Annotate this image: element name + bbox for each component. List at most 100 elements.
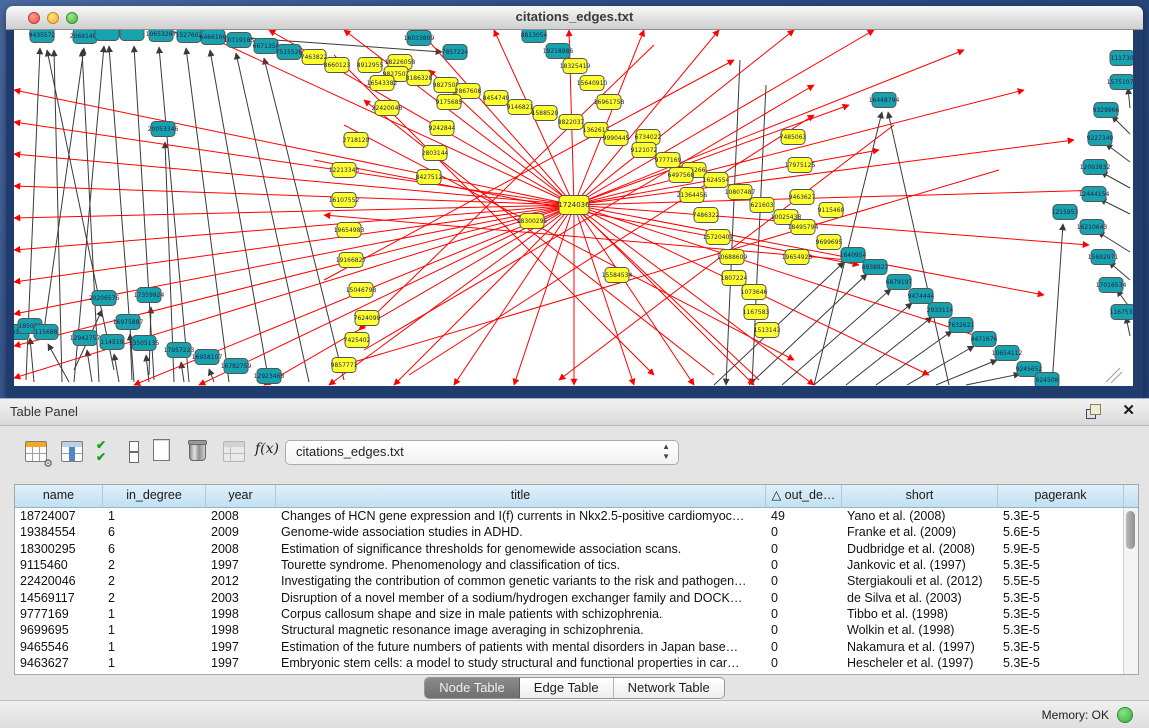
- graph-node[interactable]: 13505135: [129, 336, 160, 351]
- graph-node[interactable]: 115688: [34, 325, 58, 340]
- column-header-name[interactable]: name: [15, 485, 103, 507]
- graph-node[interactable]: 1215953: [1052, 205, 1079, 220]
- new-column-icon[interactable]: [148, 437, 176, 467]
- graph-node[interactable]: 20206576: [89, 291, 120, 306]
- graph-node[interactable]: 8822037: [558, 115, 585, 130]
- close-panel-icon[interactable]: ✕: [1122, 402, 1135, 420]
- graph-node[interactable]: 9857771: [331, 358, 358, 373]
- table-mode-icon[interactable]: ⚙: [22, 437, 50, 467]
- graph-node[interactable]: 15640910: [577, 76, 608, 91]
- graph-node[interactable]: 20053346: [148, 122, 179, 137]
- graph-node[interactable]: [95, 30, 119, 41]
- graph-node[interactable]: 9474444: [908, 289, 935, 304]
- graph-node[interactable]: 6466160: [200, 30, 227, 45]
- column-header-pagerank[interactable]: pagerank: [998, 485, 1124, 507]
- graph-node[interactable]: 7486322: [693, 208, 720, 223]
- network-canvas[interactable]: 9435572206914061065326715276026466160107…: [14, 30, 1133, 386]
- row-height-icon[interactable]: [120, 437, 148, 467]
- graph-node[interactable]: 2803144: [422, 146, 449, 161]
- graph-node[interactable]: 12093832: [1080, 160, 1111, 175]
- graph-node[interactable]: 1167533: [1110, 305, 1133, 320]
- table-row[interactable]: 977716911998Corpus callosum shape and si…: [15, 606, 1138, 622]
- graph-node[interactable]: 7632621: [948, 318, 975, 333]
- graph-node[interactable]: [120, 30, 144, 41]
- graph-node[interactable]: 19654983: [334, 223, 365, 238]
- table-row[interactable]: 946362711997Embryonic stem cells: a mode…: [15, 655, 1138, 671]
- graph-node[interactable]: 10807487: [725, 185, 756, 200]
- graph-node[interactable]: 7515526: [276, 45, 303, 60]
- graph-node[interactable]: 19218986: [543, 44, 574, 59]
- graph-node[interactable]: 17975125: [785, 158, 816, 173]
- delete-column-icon[interactable]: [184, 437, 212, 467]
- graph-node[interactable]: 111730: [1110, 51, 1133, 66]
- float-panel-icon[interactable]: [1086, 404, 1101, 419]
- tab-network-table[interactable]: Network Table: [614, 678, 724, 698]
- graph-node[interactable]: 9990445: [603, 131, 630, 146]
- graph-node[interactable]: 9699695: [816, 235, 843, 250]
- select-all-icon[interactable]: ✔✔: [92, 437, 120, 467]
- graph-node[interactable]: 16782759: [221, 359, 252, 374]
- graph-node[interactable]: 1073646: [741, 285, 768, 300]
- graph-node[interactable]: 1624554: [703, 173, 730, 188]
- graph-node[interactable]: 17016534: [1096, 278, 1127, 293]
- graph-node[interactable]: 15692971: [1088, 250, 1119, 265]
- column-header-in_degree[interactable]: in_degree: [103, 485, 206, 507]
- graph-node[interactable]: 9121072: [631, 143, 658, 158]
- function-builder-icon[interactable]: f(x): [254, 437, 282, 467]
- window-titlebar[interactable]: citations_edges.txt: [6, 6, 1143, 30]
- import-table-icon[interactable]: [220, 437, 248, 467]
- graph-node[interactable]: 8186328: [406, 71, 433, 86]
- graph-node[interactable]: 1513143: [754, 323, 781, 338]
- table-selector-dropdown[interactable]: citations_edges.txt ▲▼: [285, 440, 679, 465]
- graph-node[interactable]: 10654112: [992, 346, 1023, 361]
- graph-node[interactable]: 19654923: [782, 250, 813, 265]
- graph-node[interactable]: 15584534: [602, 268, 633, 283]
- graph-node[interactable]: 9175685: [436, 95, 463, 110]
- graph-node[interactable]: 22420046: [372, 101, 403, 116]
- graph-node[interactable]: 7624099: [354, 311, 381, 326]
- graph-node[interactable]: 9242844: [429, 121, 456, 136]
- column-header-short[interactable]: short: [842, 485, 998, 507]
- graph-node[interactable]: 16448794: [869, 93, 900, 108]
- graph-node[interactable]: 16210643: [1077, 220, 1108, 235]
- graph-node[interactable]: 21364456: [677, 188, 708, 203]
- graph-node[interactable]: 12923468: [254, 369, 285, 384]
- graph-node[interactable]: 6497568: [668, 168, 695, 183]
- graph-node[interactable]: 15720407: [703, 230, 734, 245]
- vertical-scrollbar[interactable]: [1123, 508, 1138, 674]
- graph-node[interactable]: 7485063: [780, 130, 807, 145]
- graph-node[interactable]: 924508: [1035, 373, 1059, 387]
- graph-node[interactable]: 10688609: [717, 250, 748, 265]
- graph-node[interactable]: 18495794: [788, 220, 819, 235]
- graph-node[interactable]: 6879197: [886, 275, 913, 290]
- graph-node[interactable]: 16033809: [404, 31, 435, 46]
- graph-node[interactable]: 1807224: [721, 271, 748, 286]
- graph-node[interactable]: 621603: [750, 198, 774, 213]
- column-visibility-icon[interactable]: [58, 437, 86, 467]
- memory-indicator-icon[interactable]: [1117, 707, 1133, 723]
- tab-node-table[interactable]: Node Table: [425, 678, 520, 698]
- tab-edge-table[interactable]: Edge Table: [520, 678, 614, 698]
- graph-node[interactable]: 9777169: [655, 153, 682, 168]
- graph-node[interactable]: 8427512: [416, 170, 443, 185]
- graph-node[interactable]: 16975887: [113, 315, 144, 330]
- graph-node[interactable]: 1527602: [176, 30, 203, 43]
- table-row[interactable]: 2242004622012Investigating the contribut…: [15, 573, 1138, 589]
- column-header-out_de[interactable]: △ out_de…: [766, 485, 842, 507]
- graph-node[interactable]: 9435572: [29, 30, 56, 43]
- graph-node[interactable]: 8938923: [862, 260, 889, 275]
- column-header-year[interactable]: year: [206, 485, 276, 507]
- graph-node[interactable]: 12444154: [1079, 187, 1110, 202]
- table-row[interactable]: 911546021997Tourette syndrome. Phenomeno…: [15, 557, 1138, 573]
- graph-node[interactable]: 15046798: [346, 283, 377, 298]
- graph-node[interactable]: 8912955: [357, 58, 384, 73]
- column-header-title[interactable]: title: [276, 485, 766, 507]
- graph-node[interactable]: 9115460: [818, 203, 845, 218]
- graph-node[interactable]: 8471676: [971, 332, 998, 347]
- graph-node[interactable]: 8454749: [483, 91, 510, 106]
- graph-node[interactable]: 15751074: [1107, 75, 1133, 90]
- graph-node[interactable]: 18300295: [517, 214, 548, 229]
- table-row[interactable]: 946554611997Estimation of the future num…: [15, 638, 1138, 654]
- graph-node[interactable]: 114519: [100, 335, 124, 350]
- table-row[interactable]: 1872400712008Changes of HCN gene express…: [15, 508, 1138, 524]
